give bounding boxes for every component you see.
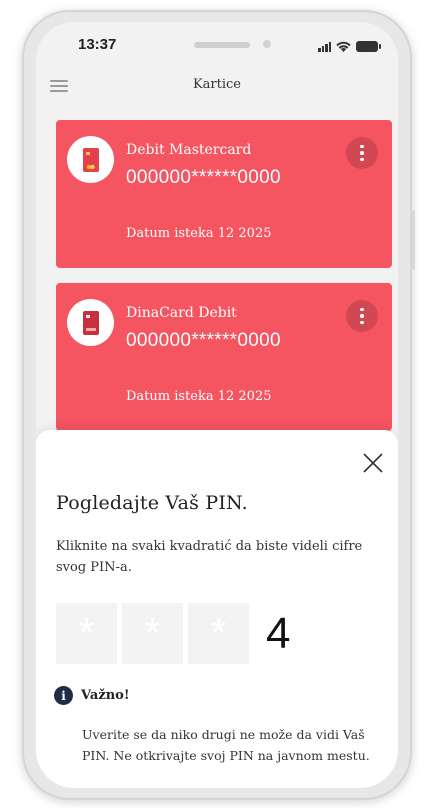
card-thumbnail-icon	[67, 299, 114, 346]
status-bar: 13:37	[36, 22, 398, 62]
important-notice: i Važno!	[54, 686, 130, 705]
pin-sheet-description: Kliknite na svaki kvadratić da biste vid…	[56, 539, 363, 575]
card-dinacard-debit[interactable]: DinaCard Debit 000000******0000 Datum is…	[56, 283, 392, 431]
phone-frame: 13:37 Kartice Debit Mastercard 000000***…	[22, 10, 415, 800]
card-number: 000000******0000	[126, 167, 281, 188]
wifi-icon	[336, 41, 351, 52]
speaker	[194, 42, 250, 48]
card-expiry: Datum isteka 12 2025	[126, 226, 272, 241]
info-icon: i	[54, 686, 73, 705]
phone-screen: 13:37 Kartice Debit Mastercard 000000***…	[36, 22, 398, 788]
pin-revealed-digit: 4	[266, 608, 291, 658]
card-thumbnail-icon	[67, 136, 114, 183]
pin-bottom-sheet: Pogledajte Vaš PIN. Kliknite na svaki kv…	[36, 430, 398, 788]
vertical-dots-icon[interactable]	[346, 300, 378, 332]
signal-icon	[318, 41, 331, 52]
card-number: 000000******0000	[126, 330, 281, 351]
pin-box-1[interactable]: *	[56, 603, 117, 664]
phone-side-button	[412, 210, 415, 270]
status-time: 13:37	[78, 36, 117, 53]
pin-box-3[interactable]: *	[188, 603, 249, 664]
card-name: Debit Mastercard	[126, 142, 252, 158]
pin-sheet-title: Pogledajte Vaš PIN.	[56, 492, 248, 514]
important-label: Važno!	[81, 688, 130, 703]
pin-row: * * * 4	[56, 603, 290, 664]
battery-icon	[356, 41, 381, 52]
app-header: Kartice	[36, 66, 398, 106]
pin-warning-text: Uverite se da niko drugi ne može da vidi…	[82, 727, 370, 763]
page-title: Kartice	[192, 77, 242, 92]
card-name: DinaCard Debit	[126, 305, 237, 321]
close-icon[interactable]	[362, 452, 384, 474]
front-camera	[263, 40, 271, 48]
vertical-dots-icon[interactable]	[346, 137, 378, 169]
status-icons	[318, 38, 381, 52]
pin-box-2[interactable]: *	[122, 603, 183, 664]
card-debit-mastercard[interactable]: Debit Mastercard 000000******0000 Datum …	[56, 120, 392, 268]
card-expiry: Datum isteka 12 2025	[126, 389, 272, 404]
